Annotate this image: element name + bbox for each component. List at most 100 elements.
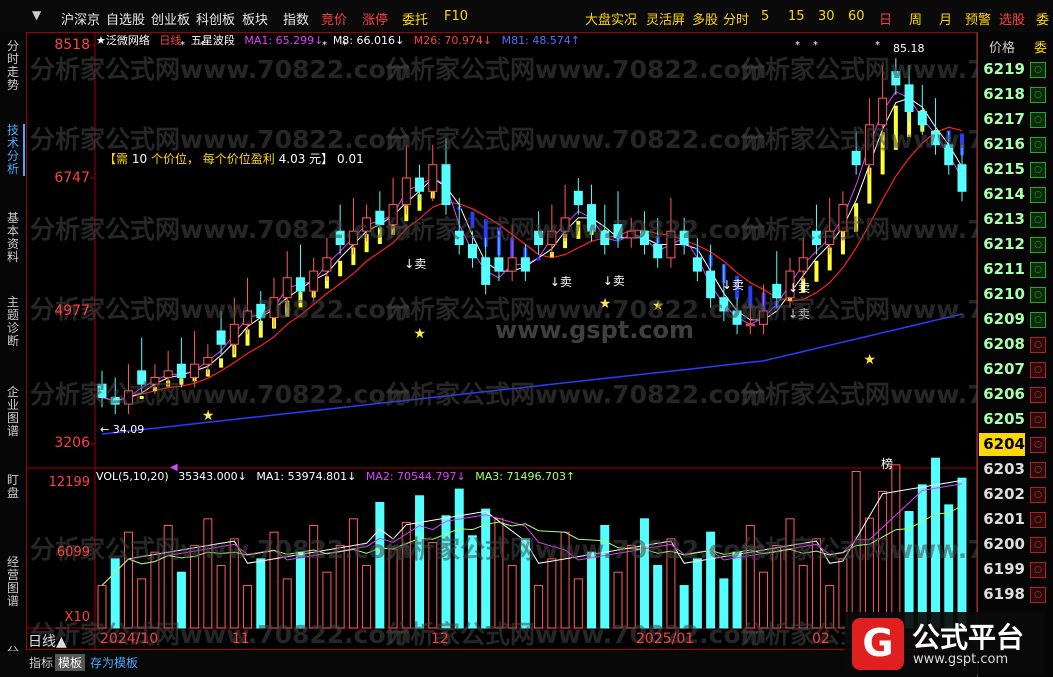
sell-order-icon[interactable]: ○	[1030, 212, 1046, 228]
ladder-price[interactable]: 6205	[979, 408, 1025, 431]
save-template-button[interactable]: 存为模板	[87, 654, 141, 671]
candle-body	[441, 164, 451, 206]
volume-bar	[481, 508, 491, 629]
buy-order-icon[interactable]: ○	[1030, 462, 1046, 478]
buy-order-icon[interactable]: ○	[1030, 362, 1046, 378]
ladder-price[interactable]: 6214	[979, 183, 1025, 206]
candle-body	[798, 257, 808, 272]
volume-legend: VOL(5,10,20) 35343.000↓ MA1: 53974.801↓ …	[96, 470, 581, 483]
main-legend: ★泛微网络 日线 五星波段 MA1: 65.299↓ M8: 66.016↓ M…	[96, 32, 586, 48]
ladder-price[interactable]: 6219	[979, 58, 1025, 81]
vol-ma2: MA2: 70544.797↓	[365, 470, 466, 483]
ma1-value: MA1: 65.299↓	[244, 34, 324, 47]
ladder-price[interactable]: 6217	[979, 108, 1025, 131]
candle-body	[507, 257, 517, 272]
sell-signal-label: ↓卖	[603, 274, 625, 288]
menu-item-22[interactable]: 选股	[999, 9, 1025, 28]
vol-value: 35343.000↓	[178, 470, 247, 483]
sell-order-icon[interactable]: ○	[1030, 287, 1046, 303]
ladder-price[interactable]: 6204	[979, 433, 1025, 456]
buy-order-icon[interactable]: ○	[1030, 562, 1046, 578]
ladder-price[interactable]: 6210	[979, 283, 1025, 306]
x-label-jan: 2025/01	[636, 631, 695, 647]
rank-label: 榜	[881, 457, 894, 471]
ladder-price[interactable]: 6198	[979, 583, 1025, 606]
m8-value: M8: 66.016↓	[332, 34, 405, 47]
sell-order-icon[interactable]: ○	[1030, 162, 1046, 178]
tab-template[interactable]: 模板	[55, 654, 86, 671]
watermark-text: 分析家公式网www.70822.com	[385, 125, 767, 154]
logo-mark-icon: G	[852, 618, 904, 670]
candle-body	[401, 177, 411, 206]
sell-signal-label: ↓卖	[550, 275, 572, 289]
profit-note: 【需 10 个价位， 每个价位盈利 4.03 元】 0.01	[104, 150, 364, 167]
watermark-text: 分析家公式网www.70822.com	[385, 55, 767, 84]
watermark-text: 分析家公式网www.70822.com	[30, 215, 412, 244]
sell-order-icon[interactable]: ○	[1030, 262, 1046, 278]
ladder-price[interactable]: 6211	[979, 258, 1025, 281]
sell-order-icon[interactable]: ○	[1030, 137, 1046, 153]
high-annotation: 85.18	[893, 42, 925, 55]
menu-item-23[interactable]: 委	[1036, 9, 1049, 28]
buy-order-icon[interactable]: ○	[1030, 487, 1046, 503]
candle-body	[653, 244, 663, 259]
y-label-bottom: 3206	[54, 435, 90, 451]
ladder-price[interactable]: 6207	[979, 358, 1025, 381]
candle-body	[573, 190, 583, 206]
ladder-price[interactable]: 6201	[979, 508, 1025, 531]
note-mid: 个价位，	[150, 152, 199, 166]
ladder-price[interactable]: 6212	[979, 233, 1025, 256]
sell-order-icon[interactable]: ○	[1030, 312, 1046, 328]
buy-order-icon[interactable]: ○	[1030, 387, 1046, 403]
m81-value: M81: 48.574↑	[501, 34, 581, 47]
y-label-3: 4977	[54, 303, 90, 319]
sell-order-icon[interactable]: ○	[1030, 187, 1046, 203]
candle-body	[216, 330, 226, 345]
sell-order-icon[interactable]: ○	[1030, 87, 1046, 103]
watermark-text: 分析家公式网www.70822.com	[30, 380, 412, 409]
buy-order-icon[interactable]: ○	[1030, 437, 1046, 453]
x-label-dec: 12	[431, 631, 449, 647]
watermark-text: 分析家公式网www.70822.com	[385, 215, 767, 244]
logo-name: 公式平台	[912, 621, 1025, 654]
ladder-price[interactable]: 6203	[979, 458, 1025, 481]
ladder-price[interactable]: 6202	[979, 483, 1025, 506]
period-switch[interactable]: 日线▲	[28, 631, 67, 651]
ladder-price[interactable]: 6213	[979, 208, 1025, 231]
buy-order-icon[interactable]: ○	[1030, 412, 1046, 428]
candle-body	[309, 270, 319, 292]
ladder-price[interactable]: 6199	[979, 558, 1025, 581]
buy-order-icon[interactable]: ○	[1030, 337, 1046, 353]
ladder-price[interactable]: 6209	[979, 308, 1025, 331]
tab-indicator[interactable]: 指标	[26, 654, 56, 671]
star-signal-icon: ★	[863, 352, 876, 368]
candle-body	[467, 244, 477, 259]
ladder-price[interactable]: 6200	[979, 533, 1025, 556]
sell-signal-label: ↓卖	[404, 257, 426, 271]
candle-body	[494, 257, 504, 272]
ladder-price[interactable]: 6216	[979, 133, 1025, 156]
ladder-price[interactable]: 6218	[979, 83, 1025, 106]
volume-bar	[944, 504, 954, 629]
ladder-price[interactable]: 6208	[979, 333, 1025, 356]
candle-body	[904, 84, 914, 113]
note-amount: 4.03 元】	[278, 152, 334, 166]
y-label-2: 6747	[54, 170, 90, 186]
candle-body	[203, 357, 213, 365]
sell-order-icon[interactable]: ○	[1030, 112, 1046, 128]
low-annotation: ← 34.09	[100, 423, 145, 436]
sell-order-icon[interactable]: ○	[1030, 62, 1046, 78]
candle-body	[415, 177, 425, 192]
x-label-oct: 2024/10	[100, 631, 159, 647]
buy-order-icon[interactable]: ○	[1030, 512, 1046, 528]
sell-order-icon[interactable]: ○	[1030, 237, 1046, 253]
band-bar	[219, 358, 224, 368]
note-open: 【需	[104, 152, 129, 166]
buy-order-icon[interactable]: ○	[1030, 587, 1046, 603]
ladder-price[interactable]: 6206	[979, 383, 1025, 406]
x-label-feb: 02	[812, 631, 830, 647]
watermark-text: 分析家公式网www.70822.com	[30, 55, 412, 84]
ladder-price[interactable]: 6215	[979, 158, 1025, 181]
buy-order-icon[interactable]: ○	[1030, 537, 1046, 553]
vol-axis-mid: 6099	[56, 545, 90, 560]
